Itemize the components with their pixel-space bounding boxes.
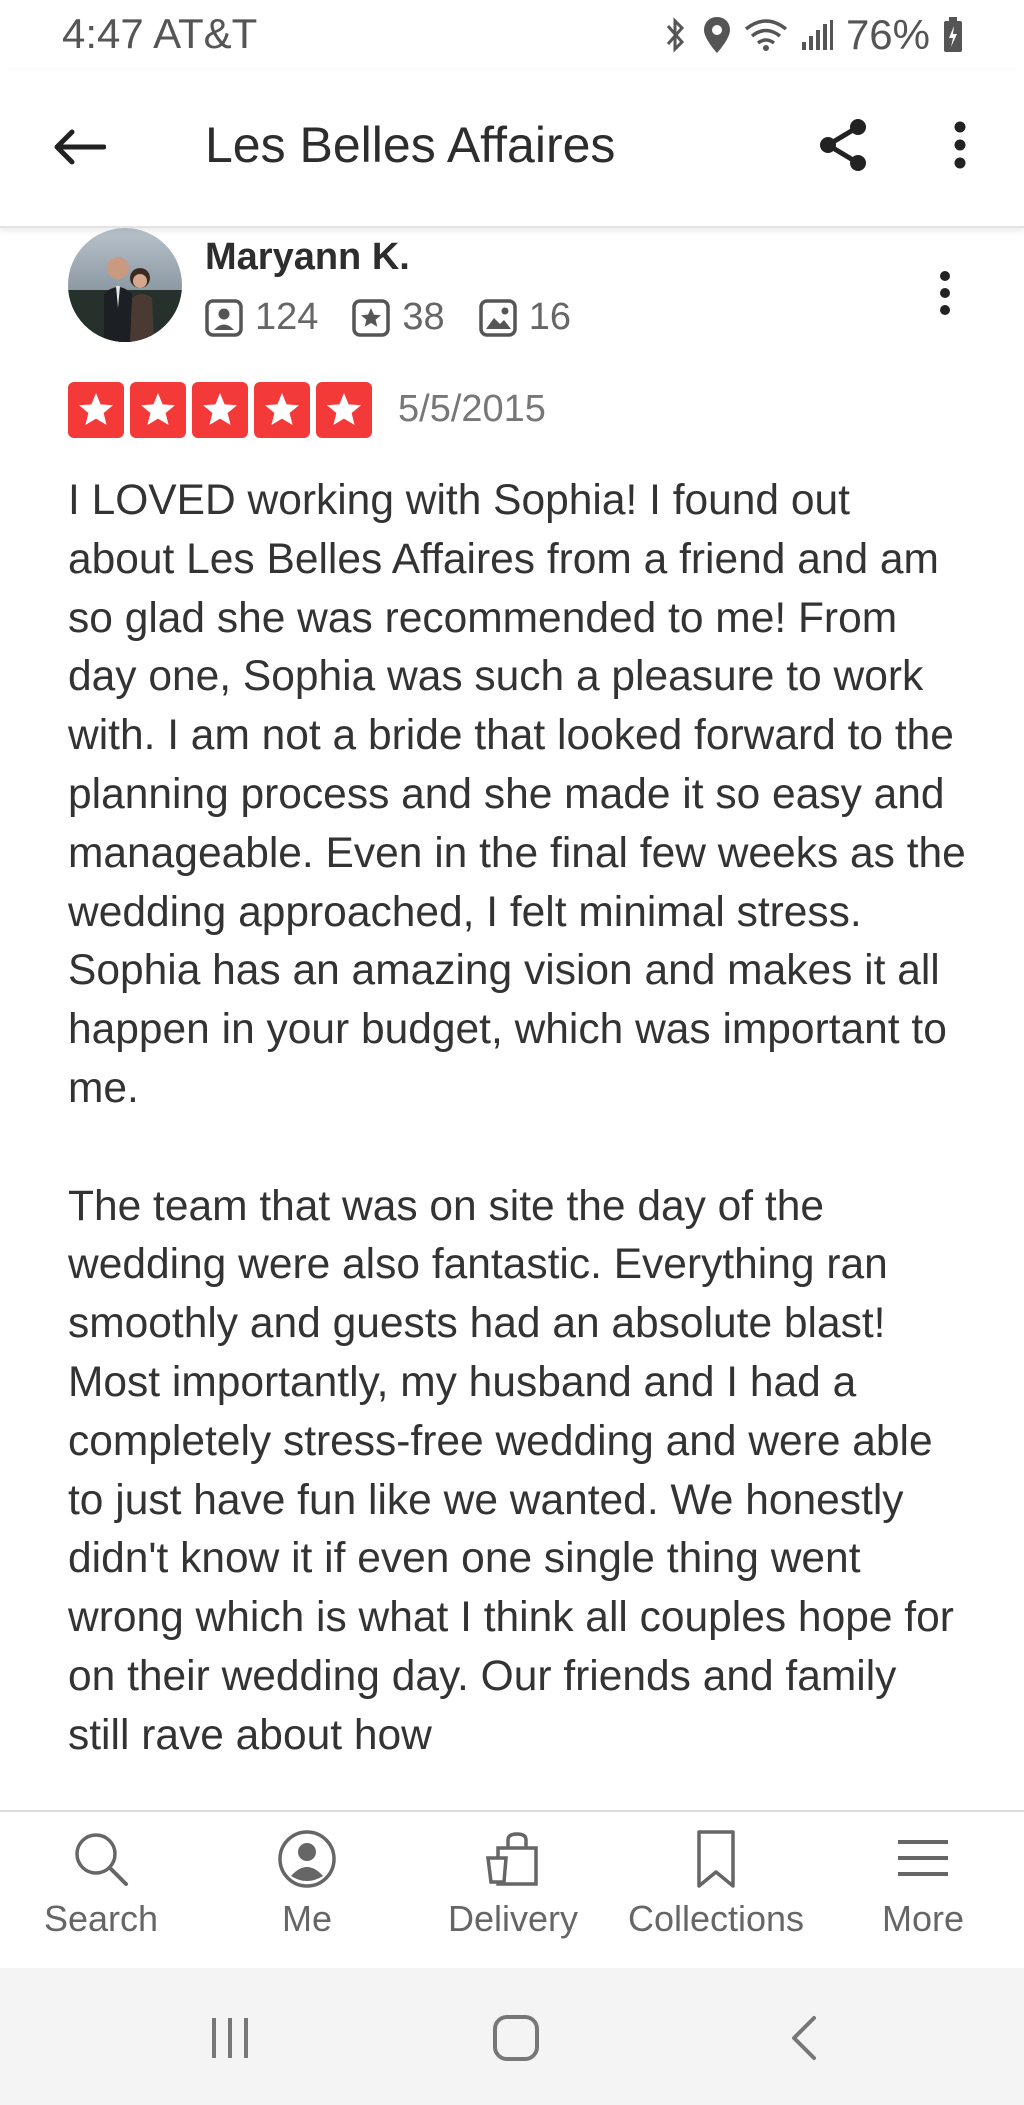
system-back-button[interactable] — [764, 1998, 844, 2078]
bookmark-icon — [697, 1830, 735, 1888]
avatar-photo — [68, 228, 182, 342]
system-navigation-bar — [0, 1968, 1024, 2105]
review-card: Maryann K. 124 38 16 5/5/2015 I LOVED wo… — [0, 228, 1024, 1810]
star-icon — [254, 382, 310, 438]
clock: 4:47 — [62, 10, 144, 57]
review-body: I LOVED working with Sophia! I found out… — [68, 472, 968, 1810]
overflow-menu-button[interactable] — [930, 110, 990, 180]
friends-icon — [205, 298, 243, 337]
wifi-icon — [744, 19, 788, 51]
review-paragraph: I LOVED working with Sophia! I found out… — [68, 477, 966, 1112]
status-time: 4:47 AT&T — [62, 10, 257, 58]
bottom-navigation: Search Me Delivery Collections More — [0, 1810, 1024, 1970]
star-icon — [316, 382, 372, 438]
nav-me[interactable]: Me — [226, 1812, 388, 1970]
friends-stat: 124 — [205, 296, 318, 339]
back-arrow-icon — [54, 129, 106, 165]
nav-search[interactable]: Search — [20, 1812, 182, 1970]
reviewer-name[interactable]: Maryann K. — [205, 236, 410, 279]
nav-label: Me — [281, 1898, 332, 1939]
nav-label: Collections — [627, 1898, 805, 1939]
app-header: Les Belles Affaires — [0, 70, 1024, 228]
nav-more[interactable]: More — [842, 1812, 1004, 1970]
location-icon — [703, 17, 730, 53]
friends-count: 124 — [255, 296, 319, 338]
star-icon — [130, 382, 186, 438]
review-date: 5/5/2015 — [398, 388, 546, 430]
star-icon — [192, 382, 248, 438]
profile-icon — [278, 1830, 336, 1888]
reviewer-avatar[interactable] — [68, 228, 182, 342]
chevron-left-icon — [792, 2016, 816, 2060]
nav-label: Search — [43, 1898, 159, 1939]
status-bar: 4:47 AT&T 76% — [0, 0, 1024, 70]
carrier-name: AT&T — [153, 10, 258, 57]
reviews-count: 38 — [402, 296, 445, 338]
review-star-icon — [352, 298, 391, 337]
star-rating — [68, 382, 378, 438]
nav-delivery[interactable]: Delivery — [432, 1812, 594, 1970]
recent-apps-button[interactable] — [190, 1998, 270, 2078]
nav-collections[interactable]: Collections — [616, 1812, 816, 1970]
reviews-stat: 38 — [352, 296, 445, 339]
photos-count: 16 — [528, 296, 571, 338]
recent-apps-icon — [212, 2018, 248, 2058]
star-icon — [68, 382, 124, 438]
status-icons: 76% — [660, 10, 964, 60]
battery-icon — [944, 17, 962, 52]
share-icon — [820, 119, 866, 171]
menu-icon — [898, 1840, 948, 1876]
delivery-bag-icon — [486, 1832, 538, 1886]
page-title: Les Belles Affaires — [205, 117, 616, 173]
review-paragraph: The team that was on site the day of the… — [68, 1182, 954, 1759]
more-vertical-icon — [954, 121, 966, 169]
search-icon — [75, 1833, 128, 1886]
battery-percent: 76% — [845, 11, 930, 58]
home-button[interactable] — [476, 1998, 556, 2078]
review-options-button[interactable] — [920, 248, 970, 338]
reviewer-stats: 124 38 16 — [205, 296, 605, 339]
photos-stat: 16 — [478, 296, 571, 339]
signal-icon — [801, 20, 833, 50]
nav-label: More — [881, 1898, 965, 1939]
bluetooth-icon — [666, 17, 684, 53]
photo-icon — [478, 298, 517, 337]
more-vertical-icon — [940, 271, 950, 315]
nav-label: Delivery — [447, 1898, 579, 1939]
share-button[interactable] — [808, 110, 878, 180]
home-icon — [493, 2015, 539, 2061]
back-button[interactable] — [40, 112, 120, 182]
